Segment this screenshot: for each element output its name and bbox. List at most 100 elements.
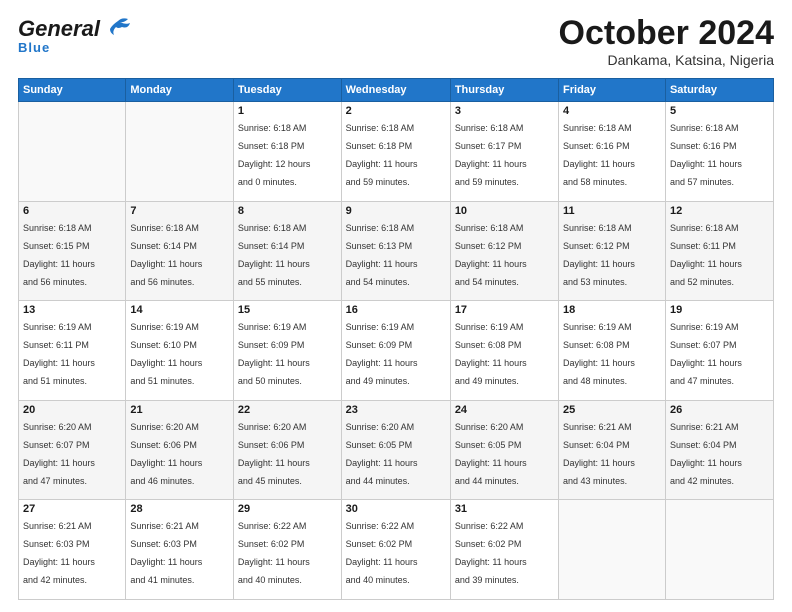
day-number: 22 [238,404,337,416]
day-number: 30 [346,503,446,515]
day-number: 11 [563,205,661,217]
day-cell: 22 Sunrise: 6:20 AMSunset: 6:06 PMDaylig… [233,400,341,500]
day-cell: 31 Sunrise: 6:22 AMSunset: 6:02 PMDaylig… [450,500,558,600]
week-row-4: 20 Sunrise: 6:20 AMSunset: 6:07 PMDaylig… [19,400,774,500]
day-number: 25 [563,404,661,416]
header-sunday: Sunday [19,79,126,102]
day-details: Sunrise: 6:18 AMSunset: 6:15 PMDaylight:… [23,223,95,287]
day-cell [19,102,126,202]
day-cell: 20 Sunrise: 6:20 AMSunset: 6:07 PMDaylig… [19,400,126,500]
day-number: 31 [455,503,554,515]
day-cell: 10 Sunrise: 6:18 AMSunset: 6:12 PMDaylig… [450,201,558,301]
day-number: 19 [670,304,769,316]
day-cell: 5 Sunrise: 6:18 AMSunset: 6:16 PMDayligh… [665,102,773,202]
day-details: Sunrise: 6:21 AMSunset: 6:03 PMDaylight:… [23,521,95,585]
day-cell: 17 Sunrise: 6:19 AMSunset: 6:08 PMDaylig… [450,301,558,401]
day-number: 13 [23,304,121,316]
day-number: 10 [455,205,554,217]
day-details: Sunrise: 6:19 AMSunset: 6:08 PMDaylight:… [563,322,635,386]
day-number: 26 [670,404,769,416]
day-number: 14 [130,304,229,316]
day-details: Sunrise: 6:18 AMSunset: 6:18 PMDaylight:… [346,123,418,187]
logo-bird-icon [104,17,132,39]
day-details: Sunrise: 6:19 AMSunset: 6:11 PMDaylight:… [23,322,95,386]
header-thursday: Thursday [450,79,558,102]
day-cell: 24 Sunrise: 6:20 AMSunset: 6:05 PMDaylig… [450,400,558,500]
day-details: Sunrise: 6:19 AMSunset: 6:08 PMDaylight:… [455,322,527,386]
calendar: Sunday Monday Tuesday Wednesday Thursday… [18,78,774,600]
day-details: Sunrise: 6:18 AMSunset: 6:13 PMDaylight:… [346,223,418,287]
page: General Blue October 2024 Dankama, Katsi… [0,0,792,612]
day-number: 5 [670,105,769,117]
day-cell: 4 Sunrise: 6:18 AMSunset: 6:16 PMDayligh… [559,102,666,202]
weekday-header-row: Sunday Monday Tuesday Wednesday Thursday… [19,79,774,102]
week-row-5: 27 Sunrise: 6:21 AMSunset: 6:03 PMDaylig… [19,500,774,600]
day-details: Sunrise: 6:18 AMSunset: 6:17 PMDaylight:… [455,123,527,187]
day-details: Sunrise: 6:18 AMSunset: 6:18 PMDaylight:… [238,123,311,187]
day-cell: 19 Sunrise: 6:19 AMSunset: 6:07 PMDaylig… [665,301,773,401]
day-cell: 21 Sunrise: 6:20 AMSunset: 6:06 PMDaylig… [126,400,234,500]
header-friday: Friday [559,79,666,102]
day-cell: 1 Sunrise: 6:18 AMSunset: 6:18 PMDayligh… [233,102,341,202]
day-number: 15 [238,304,337,316]
day-details: Sunrise: 6:19 AMSunset: 6:10 PMDaylight:… [130,322,202,386]
day-cell: 12 Sunrise: 6:18 AMSunset: 6:11 PMDaylig… [665,201,773,301]
week-row-1: 1 Sunrise: 6:18 AMSunset: 6:18 PMDayligh… [19,102,774,202]
day-number: 21 [130,404,229,416]
day-cell: 18 Sunrise: 6:19 AMSunset: 6:08 PMDaylig… [559,301,666,401]
day-cell: 8 Sunrise: 6:18 AMSunset: 6:14 PMDayligh… [233,201,341,301]
day-details: Sunrise: 6:18 AMSunset: 6:14 PMDaylight:… [238,223,310,287]
week-row-2: 6 Sunrise: 6:18 AMSunset: 6:15 PMDayligh… [19,201,774,301]
day-details: Sunrise: 6:18 AMSunset: 6:16 PMDaylight:… [670,123,742,187]
logo: General Blue [18,16,132,55]
header-saturday: Saturday [665,79,773,102]
day-number: 17 [455,304,554,316]
day-number: 7 [130,205,229,217]
header-tuesday: Tuesday [233,79,341,102]
day-cell [126,102,234,202]
day-number: 6 [23,205,121,217]
header-wednesday: Wednesday [341,79,450,102]
day-details: Sunrise: 6:22 AMSunset: 6:02 PMDaylight:… [455,521,527,585]
day-number: 16 [346,304,446,316]
day-details: Sunrise: 6:19 AMSunset: 6:09 PMDaylight:… [346,322,418,386]
day-details: Sunrise: 6:19 AMSunset: 6:07 PMDaylight:… [670,322,742,386]
day-number: 3 [455,105,554,117]
day-cell: 9 Sunrise: 6:18 AMSunset: 6:13 PMDayligh… [341,201,450,301]
day-cell: 29 Sunrise: 6:22 AMSunset: 6:02 PMDaylig… [233,500,341,600]
day-cell: 2 Sunrise: 6:18 AMSunset: 6:18 PMDayligh… [341,102,450,202]
day-number: 28 [130,503,229,515]
location-subtitle: Dankama, Katsina, Nigeria [559,52,774,68]
day-cell: 25 Sunrise: 6:21 AMSunset: 6:04 PMDaylig… [559,400,666,500]
day-details: Sunrise: 6:21 AMSunset: 6:03 PMDaylight:… [130,521,202,585]
day-number: 12 [670,205,769,217]
month-title: October 2024 [559,16,774,50]
day-details: Sunrise: 6:20 AMSunset: 6:05 PMDaylight:… [346,422,418,486]
day-details: Sunrise: 6:18 AMSunset: 6:12 PMDaylight:… [455,223,527,287]
day-details: Sunrise: 6:18 AMSunset: 6:12 PMDaylight:… [563,223,635,287]
logo-blue-text: Blue [18,40,50,55]
day-details: Sunrise: 6:21 AMSunset: 6:04 PMDaylight:… [563,422,635,486]
day-number: 24 [455,404,554,416]
day-cell: 16 Sunrise: 6:19 AMSunset: 6:09 PMDaylig… [341,301,450,401]
day-number: 2 [346,105,446,117]
day-cell: 7 Sunrise: 6:18 AMSunset: 6:14 PMDayligh… [126,201,234,301]
day-cell: 6 Sunrise: 6:18 AMSunset: 6:15 PMDayligh… [19,201,126,301]
day-number: 18 [563,304,661,316]
day-number: 20 [23,404,121,416]
day-number: 29 [238,503,337,515]
day-number: 23 [346,404,446,416]
day-details: Sunrise: 6:20 AMSunset: 6:06 PMDaylight:… [130,422,202,486]
day-details: Sunrise: 6:19 AMSunset: 6:09 PMDaylight:… [238,322,310,386]
header: General Blue October 2024 Dankama, Katsi… [18,16,774,68]
day-details: Sunrise: 6:18 AMSunset: 6:16 PMDaylight:… [563,123,635,187]
day-details: Sunrise: 6:18 AMSunset: 6:11 PMDaylight:… [670,223,742,287]
day-number: 27 [23,503,121,515]
day-cell: 23 Sunrise: 6:20 AMSunset: 6:05 PMDaylig… [341,400,450,500]
day-cell: 13 Sunrise: 6:19 AMSunset: 6:11 PMDaylig… [19,301,126,401]
header-monday: Monday [126,79,234,102]
day-number: 8 [238,205,337,217]
day-number: 4 [563,105,661,117]
day-number: 9 [346,205,446,217]
day-details: Sunrise: 6:22 AMSunset: 6:02 PMDaylight:… [346,521,418,585]
